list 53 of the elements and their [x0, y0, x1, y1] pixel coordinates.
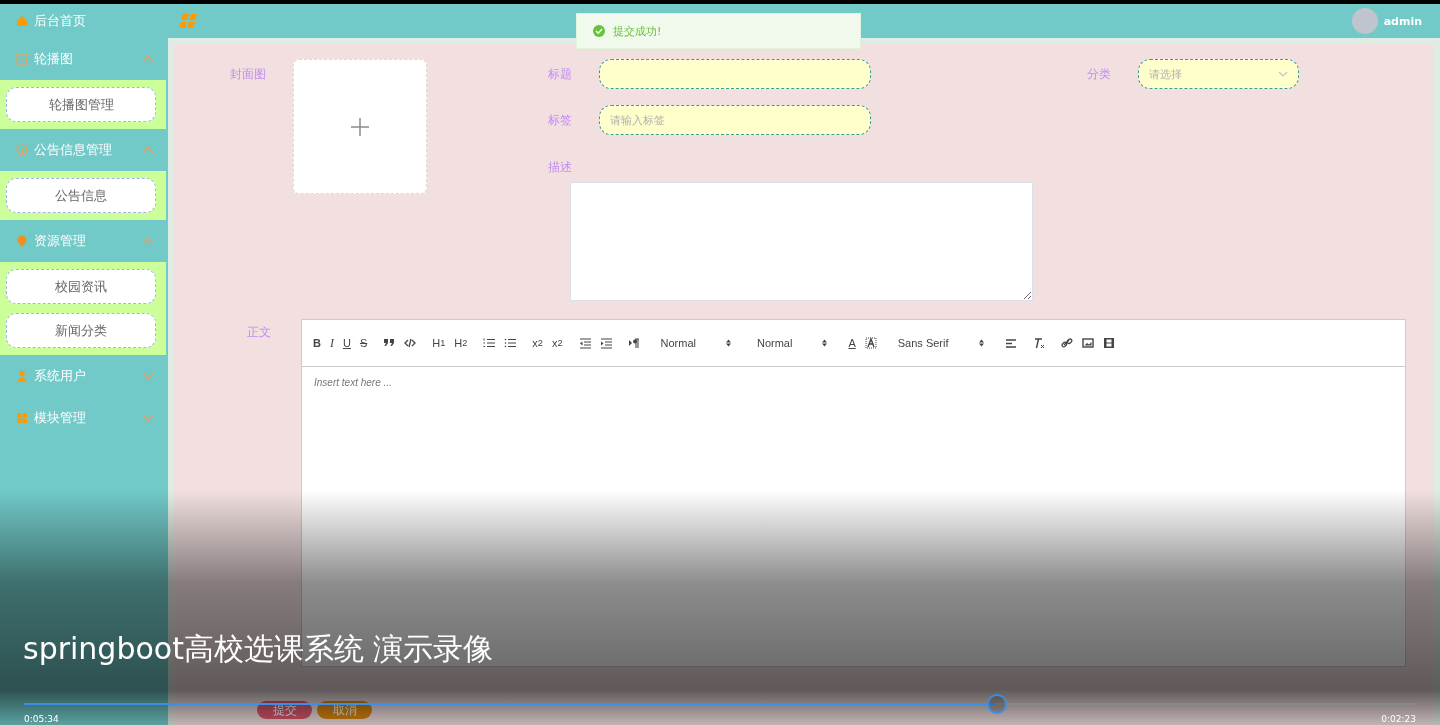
picture-icon — [16, 53, 28, 65]
format-dropdown[interactable]: Normal — [749, 337, 836, 349]
user-icon — [16, 370, 28, 382]
submenu-item[interactable]: 校园资讯 — [6, 269, 156, 304]
bulb-icon — [16, 235, 28, 247]
title-input[interactable] — [599, 59, 871, 89]
bold-button[interactable]: B — [310, 334, 324, 352]
chevron-icon — [1278, 71, 1288, 77]
video-title: springboot高校选课系统 演示录像 — [23, 630, 495, 668]
toast-message: 提交成功! — [613, 23, 662, 39]
field-label: 封面图 — [230, 65, 266, 83]
field-label: 标题 — [548, 65, 572, 83]
link-icon[interactable] — [1060, 337, 1073, 349]
tags-input[interactable]: 请输入标签 — [599, 105, 871, 135]
editor-input[interactable]: Insert text here ... — [314, 375, 1393, 391]
sort-caret-icon — [726, 339, 731, 347]
plus-icon — [351, 117, 369, 136]
sort-caret-icon — [822, 339, 828, 347]
submenu-item[interactable]: 新闻分类 — [6, 313, 156, 348]
field-label: 描述 — [548, 158, 572, 176]
align-icon[interactable] — [1004, 337, 1017, 349]
grid-icon — [16, 412, 28, 424]
progress-thumb[interactable] — [986, 694, 1007, 714]
bullet-list-icon[interactable] — [504, 337, 517, 349]
numbered-list-icon[interactable] — [483, 337, 496, 349]
elapsed-time: 0:05:34 — [24, 714, 59, 725]
field-label: 标签 — [548, 111, 572, 129]
sort-caret-icon — [978, 339, 984, 347]
remaining-time: 0:02:23 — [1381, 714, 1416, 725]
image-icon[interactable] — [1081, 337, 1094, 349]
logo-icon — [178, 13, 198, 29]
format-dropdown[interactable]: Normal — [652, 337, 739, 349]
username: admin — [1383, 14, 1422, 28]
format-dropdown[interactable]: Sans Serif — [889, 337, 992, 349]
italic-button[interactable]: I — [326, 334, 337, 352]
highlight-icon[interactable] — [864, 337, 877, 349]
submenu-item[interactable]: 轮播图管理 — [6, 87, 156, 122]
code-icon[interactable] — [404, 337, 417, 349]
outdent-icon[interactable] — [578, 337, 591, 349]
submenu-item[interactable]: 公告信息 — [6, 178, 156, 213]
text-color-button[interactable]: A — [845, 334, 859, 352]
clear-format-icon[interactable] — [1032, 337, 1045, 349]
field-label: 分类 — [1087, 65, 1111, 83]
underline-button[interactable]: U — [339, 334, 354, 352]
quote-icon[interactable] — [383, 337, 396, 349]
film-icon[interactable] — [1102, 337, 1115, 349]
info-icon — [16, 144, 28, 156]
field-label: 正文 — [247, 324, 271, 341]
paragraph-direction-icon[interactable] — [627, 337, 640, 349]
strikethrough-button[interactable]: S — [356, 334, 371, 352]
check-icon — [593, 25, 605, 37]
indent-icon[interactable] — [599, 337, 612, 349]
home-icon — [16, 15, 28, 27]
